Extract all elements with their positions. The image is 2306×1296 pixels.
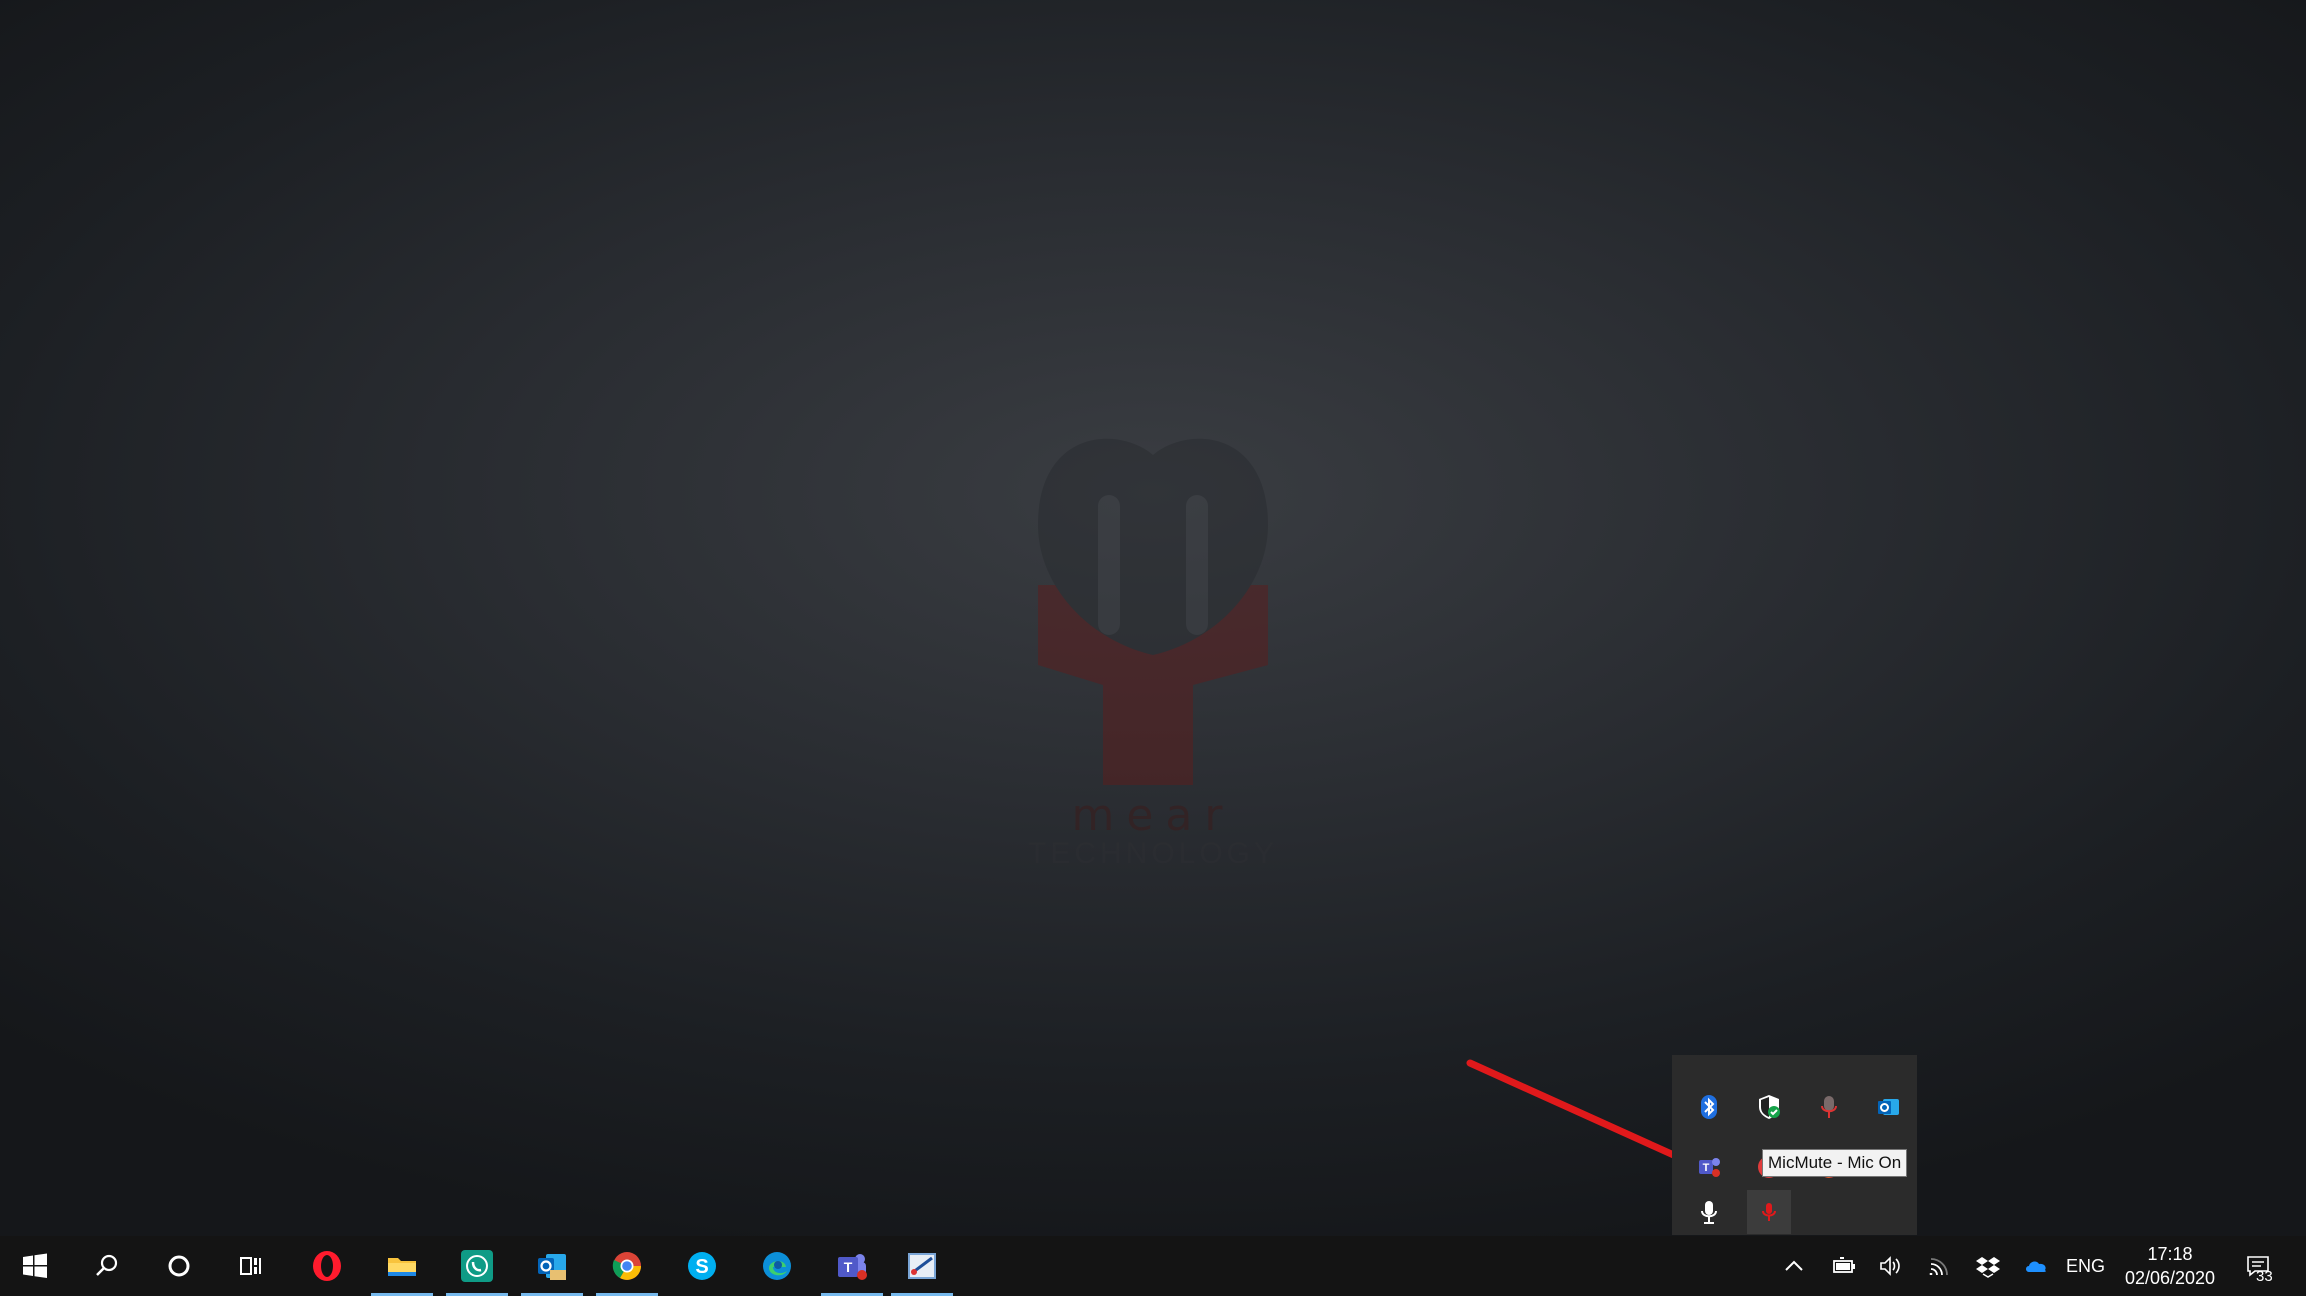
outlook-icon xyxy=(538,1254,566,1280)
micmute-tooltip: MicMute - Mic On xyxy=(1762,1149,1908,1177)
micmute-red-mic-icon[interactable] xyxy=(1747,1190,1791,1234)
svg-text:T: T xyxy=(1703,1162,1710,1174)
onedrive-tray[interactable] xyxy=(2014,1236,2058,1296)
language-indicator[interactable]: ENG xyxy=(2066,1236,2105,1296)
show-hidden-icons-chevron[interactable] xyxy=(1772,1236,1816,1296)
logo-word-mear: mear xyxy=(1071,790,1235,841)
cortana-button[interactable] xyxy=(144,1236,214,1296)
desktop-background: mear TECHNOLOGY xyxy=(0,0,2306,1236)
folder-icon xyxy=(388,1258,416,1276)
svg-text:T: T xyxy=(844,1259,853,1275)
chevron-up-icon xyxy=(1785,1260,1803,1271)
clock-date: 02/06/2020 xyxy=(2124,1268,2216,1288)
microphone-tray-icon[interactable] xyxy=(1687,1190,1731,1234)
windows-security-icon[interactable] xyxy=(1747,1085,1791,1129)
battery-status[interactable] xyxy=(1822,1236,1866,1296)
dropbox-tray[interactable] xyxy=(1966,1236,2010,1296)
search-button[interactable] xyxy=(72,1236,142,1296)
opera-icon xyxy=(313,1251,341,1281)
volume-control[interactable] xyxy=(1868,1236,1912,1296)
file-explorer-app[interactable] xyxy=(367,1236,437,1296)
snipping-app[interactable] xyxy=(887,1236,957,1296)
task-view-icon xyxy=(240,1257,261,1275)
search-icon xyxy=(96,1254,118,1276)
speaker-icon xyxy=(1880,1256,1900,1276)
tray-overflow-flyout: T xyxy=(1672,1055,1917,1235)
start-button[interactable] xyxy=(0,1236,70,1296)
battery-icon xyxy=(1833,1257,1855,1273)
cortana-icon xyxy=(168,1255,190,1277)
notification-count-badge: 33 xyxy=(2256,1268,2273,1285)
onedrive-cloud-icon xyxy=(2026,1261,2046,1272)
skype-app[interactable]: S xyxy=(667,1236,737,1296)
outlook-app[interactable] xyxy=(517,1236,587,1296)
teams-icon: T xyxy=(838,1254,867,1280)
outlook-tray-icon[interactable] xyxy=(1867,1085,1911,1129)
opera-app[interactable] xyxy=(292,1236,362,1296)
clock-time: 17:18 xyxy=(2147,1244,2193,1264)
chrome-app[interactable] xyxy=(592,1236,662,1296)
chrome-icon xyxy=(612,1252,641,1280)
windows-logo-icon xyxy=(23,1253,47,1278)
teams-tray-icon[interactable]: T xyxy=(1687,1145,1731,1189)
taskbar: S T ENG 17:18 02/06/2020 33 xyxy=(0,1236,2306,1296)
whatsapp-app[interactable] xyxy=(442,1236,512,1296)
wifi-icon xyxy=(1929,1258,1948,1276)
logo-word-technology: TECHNOLOGY xyxy=(1028,837,1279,870)
teams-app[interactable]: T xyxy=(817,1236,887,1296)
skype-icon: S xyxy=(688,1252,716,1280)
snipping-tool-icon xyxy=(908,1253,936,1279)
logo-mark xyxy=(1038,438,1268,785)
svg-text:S: S xyxy=(695,1256,708,1278)
edge-icon xyxy=(763,1252,791,1280)
task-view-button[interactable] xyxy=(216,1236,286,1296)
dropbox-icon xyxy=(1976,1257,2000,1278)
mear-technology-logo: mear TECHNOLOGY xyxy=(1028,425,1278,885)
clock[interactable]: 17:18 02/06/2020 xyxy=(2112,1242,2228,1290)
action-center-button[interactable] xyxy=(2236,1236,2280,1296)
edge-app[interactable] xyxy=(742,1236,812,1296)
whatsapp-icon xyxy=(461,1250,493,1282)
network-status[interactable] xyxy=(1918,1236,1962,1296)
micmute-tray-icon[interactable] xyxy=(1807,1085,1851,1129)
bluetooth-icon[interactable] xyxy=(1687,1085,1731,1129)
